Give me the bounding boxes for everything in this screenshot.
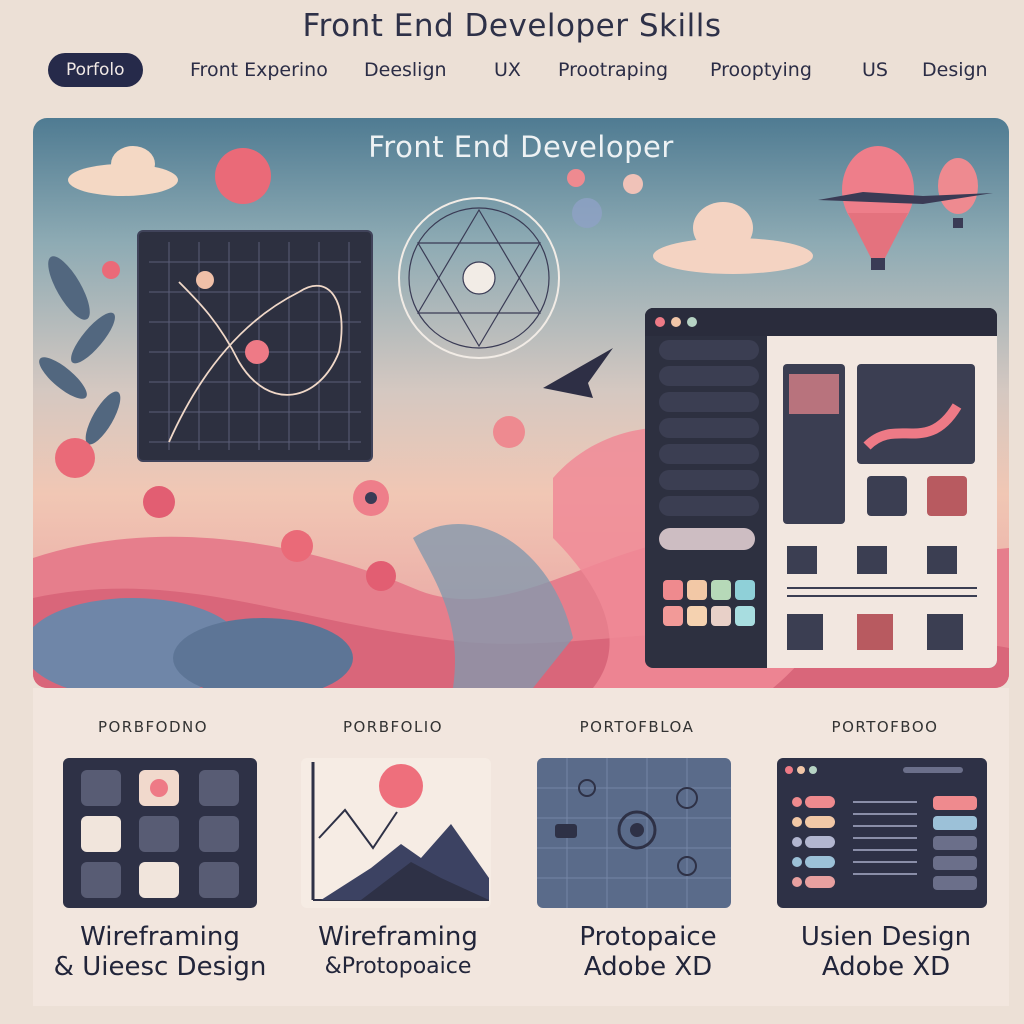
- prototype-canvas-icon[interactable]: [537, 758, 731, 908]
- card-caption-1-line1: Wireframing: [80, 922, 240, 952]
- leaf-icon: [39, 256, 121, 445]
- hot-air-balloon-icon: [938, 158, 978, 228]
- minimize-dot-icon[interactable]: [671, 317, 681, 327]
- close-dot-icon[interactable]: [655, 317, 665, 327]
- window-titlebar: [645, 308, 997, 336]
- maximize-dot-icon[interactable]: [687, 317, 697, 327]
- card-caption-4-line2: Adobe XD: [821, 952, 951, 982]
- nav-item-prootraping[interactable]: Prootraping: [558, 52, 668, 88]
- card-label-2: PORBFOLIO: [342, 718, 444, 736]
- card-caption-4-line1: Usien Design: [800, 922, 972, 952]
- wireframe-grid-panel: [137, 230, 373, 462]
- card-label-4: PORTOFBOO: [831, 718, 939, 736]
- hot-air-balloon-icon: [842, 146, 914, 270]
- hero-title: Front End Developer: [368, 130, 674, 164]
- app-main-panel: [767, 336, 997, 668]
- app-layout-icon[interactable]: [777, 758, 987, 908]
- vector-path-icon: [149, 242, 361, 450]
- app-sidebar: [645, 336, 767, 668]
- card-caption-2-line1: Wireframing: [318, 922, 478, 952]
- top-nav: Porfolo Front Experino Deeslign UX Proot…: [0, 52, 1024, 92]
- nav-item-front-experino[interactable]: Front Experino: [190, 52, 328, 88]
- chart-mountain-icon[interactable]: [301, 758, 491, 908]
- nav-item-ux[interactable]: UX: [494, 52, 521, 88]
- card-caption-1-line2: & Uieesc Design: [53, 952, 267, 982]
- nav-item-portfolio[interactable]: Porfolo: [48, 53, 143, 87]
- bubble-icon: [493, 416, 525, 448]
- sidebar-menu-icon: [659, 340, 759, 626]
- paper-plane-icon: [543, 348, 613, 398]
- card-label-1: PORBFODNO: [97, 718, 209, 736]
- nav-item-us[interactable]: US: [862, 52, 888, 88]
- bubble-icon: [623, 174, 643, 194]
- app-window-mockup: [645, 308, 997, 668]
- card-caption-3-line1: Protopaice: [579, 922, 717, 952]
- sacred-geometry-icon: [398, 197, 560, 359]
- hero-banner: Front End Developer: [33, 118, 1009, 688]
- ui-icons-grid-icon[interactable]: [63, 758, 257, 908]
- portfolio-cards-section: PORBFODNO Wireframing & Uieesc Design PO…: [33, 688, 1009, 1006]
- layout-preview-icon: [783, 364, 977, 650]
- cloud-icon: [653, 202, 813, 274]
- page-title: Front End Developer Skills: [302, 8, 722, 44]
- nav-item-design[interactable]: Design: [922, 52, 988, 88]
- card-label-3: PORTOFBLOA: [579, 718, 695, 736]
- card-caption-3: Protopaice Adobe XD: [523, 922, 773, 982]
- bubble-icon: [572, 198, 602, 228]
- card-caption-3-line2: Adobe XD: [583, 952, 713, 982]
- card-caption-1: Wireframing & Uieesc Design: [35, 922, 285, 982]
- bubble-icon: [102, 261, 120, 279]
- card-caption-4: Usien Design Adobe XD: [761, 922, 1011, 982]
- nav-item-deeslign[interactable]: Deeslign: [364, 52, 447, 88]
- card-caption-2: Wireframing &Protopoaice: [273, 922, 523, 982]
- nav-item-prooptying[interactable]: Prooptying: [710, 52, 812, 88]
- bubble-icon: [567, 169, 585, 187]
- card-caption-2-line2: &Protopoaice: [324, 954, 472, 979]
